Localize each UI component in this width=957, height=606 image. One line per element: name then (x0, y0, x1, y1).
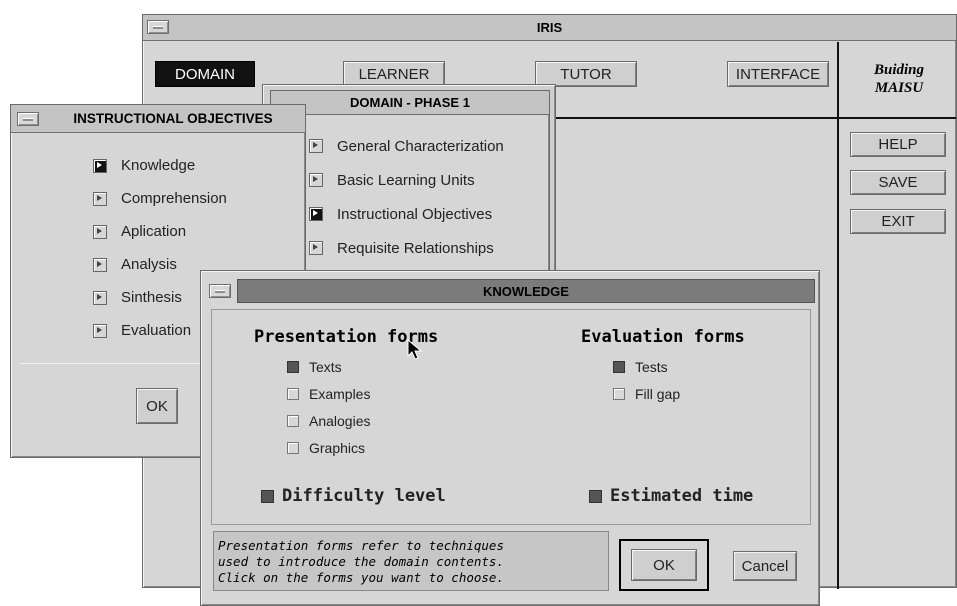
evaluation-forms-heading: Evaluation forms (581, 327, 745, 347)
checkbox-fill-gap[interactable]: Fill gap (613, 380, 680, 407)
checkbox-graphics[interactable]: Graphics (287, 434, 371, 461)
objective-label: Comprehension (121, 190, 227, 207)
phase-list: General Characterization Basic Learning … (309, 129, 549, 265)
phase-item-label: Basic Learning Units (337, 171, 475, 189)
checkbox-examples[interactable]: Examples (287, 380, 371, 407)
save-button-label: SAVE (878, 174, 918, 191)
checkbox-indicator (589, 489, 602, 503)
phase-item-general[interactable]: General Characterization (309, 129, 549, 163)
brand-line-2: MAISU (874, 80, 924, 96)
objectives-ok-button[interactable]: OK (136, 388, 178, 424)
checkbox-indicator (261, 489, 274, 503)
presentation-forms-list: Texts Examples Analogies Graphics (287, 353, 371, 461)
objective-aplication[interactable]: Aplication (93, 215, 303, 248)
knowledge-window-menu-button[interactable] (209, 284, 231, 298)
evaluation-forms-list: Tests Fill gap (613, 353, 680, 407)
objective-label: Knowledge (121, 157, 196, 174)
knowledge-titlebar[interactable]: KNOWLEDGE (237, 279, 815, 303)
help-button-label: HELP (878, 136, 918, 153)
knowledge-dialog: KNOWLEDGE Presentation forms Texts Examp… (200, 270, 820, 606)
save-button[interactable]: SAVE (850, 170, 946, 195)
radio-arrow-icon (309, 173, 323, 187)
checkbox-label: Analogies (309, 412, 371, 429)
tab-interface[interactable]: INTERFACE (727, 61, 829, 87)
help-button[interactable]: HELP (850, 132, 946, 157)
checkbox-label: Fill gap (635, 385, 681, 402)
help-line-1: Presentation forms refer to techniques (218, 538, 504, 553)
checkbox-indicator (287, 360, 299, 373)
radio-arrow-icon (309, 139, 323, 153)
tab-learner-label: LEARNER (358, 65, 430, 83)
difficulty-level-label: Difficulty level (282, 486, 446, 506)
brand-logo: Buiding MAISU (843, 61, 955, 97)
checkbox-analogies[interactable]: Analogies (287, 407, 371, 434)
difficulty-level-toggle[interactable]: Difficulty level (261, 486, 446, 506)
objectives-title: INSTRUCTIONAL OBJECTIVES (73, 111, 273, 126)
knowledge-ok-label: OK (653, 556, 675, 574)
radio-arrow-icon (93, 158, 107, 173)
window-menu-icon (153, 25, 163, 29)
knowledge-title: KNOWLEDGE (483, 284, 569, 299)
brand-line-1: Buiding (873, 62, 925, 78)
phase-titlebar[interactable]: DOMAIN - PHASE 1 (271, 91, 549, 115)
objective-label: Aplication (121, 223, 187, 240)
checkbox-label: Texts (309, 358, 342, 375)
phase-item-basic-units[interactable]: Basic Learning Units (309, 163, 549, 197)
objective-label: Sinthesis (121, 289, 182, 306)
radio-arrow-icon (93, 323, 107, 338)
objective-label: Evaluation (121, 322, 192, 339)
iris-title: IRIS (536, 20, 563, 35)
tab-tutor-label: TUTOR (560, 65, 612, 83)
checkbox-label: Graphics (309, 439, 366, 456)
radio-arrow-icon (309, 241, 323, 255)
phase-item-label: Instructional Objectives (337, 205, 493, 223)
objectives-titlebar[interactable]: INSTRUCTIONAL OBJECTIVES (11, 105, 305, 133)
tab-domain[interactable]: DOMAIN (155, 61, 255, 87)
checkbox-indicator (613, 387, 625, 400)
estimated-time-toggle[interactable]: Estimated time (589, 486, 753, 506)
mouse-pointer-icon (407, 339, 423, 360)
domain-phase-window: DOMAIN - PHASE 1 General Characterizatio… (270, 90, 550, 290)
vertical-divider (837, 42, 839, 589)
phase-item-requisites[interactable]: Requisite Relationships (309, 231, 549, 265)
phase-item-label: Requisite Relationships (337, 239, 494, 257)
phase-title: DOMAIN - PHASE 1 (350, 95, 470, 110)
exit-button[interactable]: EXIT (850, 209, 946, 234)
phase-item-label: General Characterization (337, 137, 504, 155)
knowledge-ok-button[interactable]: OK (631, 549, 697, 581)
phase-item-objectives[interactable]: Instructional Objectives (309, 197, 549, 231)
knowledge-cancel-button[interactable]: Cancel (733, 551, 797, 581)
tab-interface-label: INTERFACE (735, 65, 821, 83)
help-line-2: used to introduce the domain contents. (218, 554, 504, 569)
radio-arrow-icon (309, 207, 323, 221)
checkbox-indicator (287, 387, 299, 400)
checkbox-indicator (613, 360, 625, 373)
help-line-3: Click on the forms you want to choose. (218, 570, 504, 585)
radio-arrow-icon (93, 290, 107, 305)
tab-domain-label: DOMAIN (175, 65, 235, 83)
checkbox-indicator (287, 441, 299, 454)
radio-arrow-icon (93, 257, 107, 272)
objective-label: Analysis (121, 256, 177, 273)
estimated-time-label: Estimated time (610, 486, 754, 506)
checkbox-tests[interactable]: Tests (613, 353, 680, 380)
exit-button-label: EXIT (881, 213, 915, 230)
window-menu-icon (215, 289, 225, 293)
window-menu-icon (23, 117, 33, 121)
objective-comprehension[interactable]: Comprehension (93, 182, 303, 215)
checkbox-texts[interactable]: Texts (287, 353, 371, 380)
checkbox-indicator (287, 414, 299, 427)
radio-arrow-icon (93, 191, 107, 206)
iris-titlebar[interactable]: IRIS (143, 15, 956, 41)
objectives-ok-label: OK (146, 397, 168, 415)
knowledge-help-text: Presentation forms refer to techniques u… (213, 531, 609, 591)
iris-window-menu-button[interactable] (147, 20, 169, 34)
knowledge-cancel-label: Cancel (741, 557, 789, 575)
checkbox-label: Examples (309, 385, 371, 402)
objectives-window-menu-button[interactable] (17, 112, 39, 126)
radio-arrow-icon (93, 224, 107, 239)
checkbox-label: Tests (635, 358, 668, 375)
objective-knowledge[interactable]: Knowledge (93, 149, 303, 182)
